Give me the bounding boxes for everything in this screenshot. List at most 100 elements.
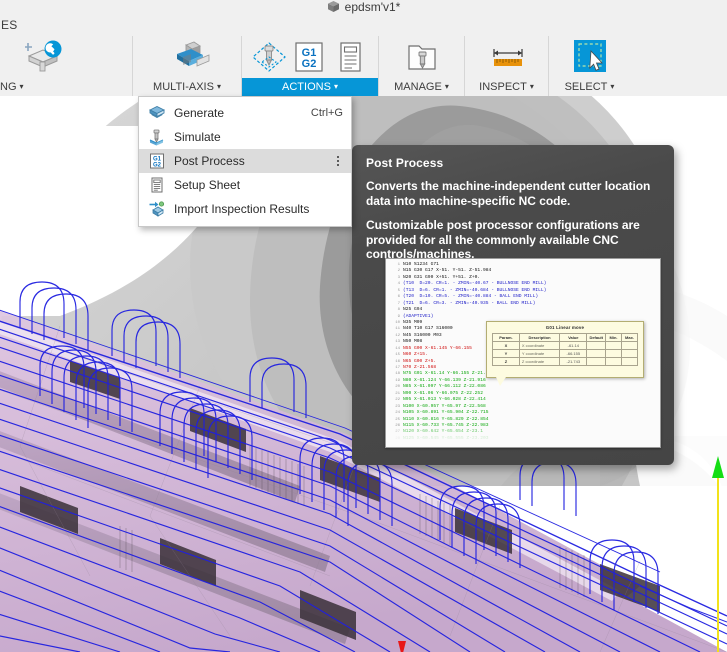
y-axis-line bbox=[717, 471, 719, 652]
menu-item-setup-sheet[interactable]: Setup Sheet bbox=[139, 173, 351, 197]
ribbon-group-multi-axis-label[interactable]: MULTI-AXIS ▾ bbox=[133, 78, 241, 96]
ribbon-group-actions-label[interactable]: ACTIONS ▾ bbox=[242, 78, 378, 96]
inner-tooltip-tail bbox=[496, 377, 506, 386]
gcode-line-text: N125 X-60.545 Y-65.555 Z-23.203 bbox=[403, 435, 489, 441]
ribbon-group-inspect-icons bbox=[479, 36, 535, 78]
chevron-down-icon: ▾ bbox=[444, 82, 449, 91]
chevron-down-icon: ▾ bbox=[610, 82, 615, 91]
cell-description: Z coordinate bbox=[518, 357, 561, 366]
table-row: ZZ coordinate -21.743 bbox=[492, 357, 638, 366]
ribbon-group-actions[interactable]: G1 G2 ACTIONS ▾ bbox=[241, 36, 378, 96]
ribbon-group-select-label[interactable]: SELECT ▾ bbox=[549, 78, 630, 96]
ribbon-group-inspect-label[interactable]: INSPECT ▾ bbox=[465, 78, 548, 96]
gcode-line-text: N15 G30 G17 X-51. Y-51. Z-51.984 bbox=[403, 268, 492, 274]
gcode-line-text: N105 X-60.891 Y-65.904 Z-22.715 bbox=[403, 410, 489, 416]
tab-utilities[interactable]: ILITIES bbox=[0, 18, 17, 32]
title-bar: epdsm'v1* bbox=[0, 0, 727, 16]
measure-ruler-icon[interactable] bbox=[489, 40, 525, 74]
ribbon-group-select-icons bbox=[560, 36, 620, 78]
gcode-line-text: N10 %1234 G71 bbox=[403, 262, 439, 267]
select-cursor-icon[interactable] bbox=[570, 38, 610, 76]
chevron-down-icon: ▾ bbox=[19, 82, 24, 91]
ribbon-group-manage-icons bbox=[394, 36, 450, 78]
cell-default bbox=[586, 341, 606, 350]
menu-item-generate[interactable]: Generate Ctrl+G bbox=[139, 101, 351, 125]
table-row: XX coordinate -61.14 bbox=[492, 341, 638, 350]
gcode-line-text: N80 X-61.124 Y-66.139 Z-21.916 bbox=[403, 377, 486, 383]
setup-sheet-icon bbox=[148, 176, 166, 194]
overflow-dots-icon[interactable] bbox=[333, 154, 343, 168]
ribbon-group-manage[interactable]: MANAGE ▾ bbox=[378, 36, 464, 96]
chevron-down-icon: ▾ bbox=[529, 82, 534, 91]
menu-item-import-inspection-results-label: Import Inspection Results bbox=[174, 202, 310, 216]
multi-axis-toolpath-icon[interactable] bbox=[169, 40, 210, 74]
ribbon-group-multi-axis[interactable]: MULTI-AXIS ▾ bbox=[132, 36, 241, 96]
gcode-line-text: N25 G94 bbox=[403, 307, 423, 313]
document-cube-icon bbox=[327, 0, 340, 13]
tooltip-body: Converts the machine-independent cutter … bbox=[366, 179, 660, 262]
cell-min bbox=[605, 341, 622, 350]
document-title: epdsm'v1* bbox=[344, 0, 401, 14]
cell-min bbox=[605, 357, 622, 366]
ribbon-group-manage-label[interactable]: MANAGE ▾ bbox=[379, 78, 464, 96]
ribbon-group-ng-icons bbox=[25, 36, 76, 78]
cell-default bbox=[586, 357, 606, 366]
ribbon-group-ng-label[interactable]: NG ▾ bbox=[0, 78, 132, 96]
cell-max bbox=[621, 349, 638, 358]
col-description: Description bbox=[518, 333, 561, 342]
cell-max bbox=[621, 357, 638, 366]
gcode-parameter-table-head: Param. Description Value Default Min. Ma… bbox=[492, 333, 638, 342]
cell-description: Y coordinate bbox=[518, 349, 561, 358]
menu-item-post-process[interactable]: G1 G2 Post Process bbox=[139, 149, 351, 173]
col-value: Value bbox=[559, 333, 588, 342]
cell-default bbox=[586, 349, 606, 358]
actions-dropdown-menu[interactable]: Generate Ctrl+G Simulate G1 G2 Post Proc… bbox=[138, 96, 352, 227]
menu-item-simulate[interactable]: Simulate bbox=[139, 125, 351, 149]
gcode-line-text: (T20 D=10. CR=5. - ZMIN=-40.884 - BALL E… bbox=[403, 294, 539, 300]
tooltip-paragraph-1: Converts the machine-independent cutter … bbox=[366, 179, 651, 208]
generate-icon bbox=[148, 104, 166, 122]
gcode-line-text: N100 X-60.957 Y-65.97 Z-22.568 bbox=[403, 403, 486, 409]
y-axis-arrow-icon bbox=[712, 456, 724, 478]
menu-item-import-inspection-results[interactable]: Import Inspection Results bbox=[139, 197, 351, 221]
gcode-line-text: N85 X-61.097 Y-66.112 Z-22.086 bbox=[403, 384, 486, 390]
import-inspection-icon bbox=[148, 200, 166, 218]
simulate-icon bbox=[148, 128, 166, 146]
tool-library-folder-icon[interactable] bbox=[404, 40, 440, 74]
g1g2-icon: G1 G2 bbox=[148, 152, 166, 170]
gcode-parameter-table: Param. Description Value Default Min. Ma… bbox=[492, 333, 638, 366]
gcode-line-text: N70 Z-21.568 bbox=[403, 365, 437, 370]
col-param: Param. bbox=[492, 333, 520, 342]
menu-item-post-process-label: Post Process bbox=[174, 154, 245, 168]
tooltip-paragraph-2: Customizable post processor configuratio… bbox=[366, 218, 640, 261]
gcode-line-text: (T21 D=6. CR=3. - ZMIN=-40.935 - BALL EN… bbox=[403, 300, 536, 306]
gcode-line-text: N115 X-60.733 Y-65.745 Z-22.983 bbox=[403, 422, 489, 428]
tooltip-title: Post Process bbox=[366, 156, 444, 170]
gcode-line: 28 N125 X-60.545 Y-65.555 Z-23.203 bbox=[386, 436, 660, 442]
gcode-line: 27 N120 X-60.642 Y-65.654 Z-23.1 bbox=[386, 429, 660, 435]
ribbon-group-inspect[interactable]: INSPECT ▾ bbox=[464, 36, 548, 96]
ribbon-toolbar: ILITIES bbox=[0, 16, 727, 96]
ribbon-group-select[interactable]: SELECT ▾ bbox=[548, 36, 630, 96]
table-header-row: Param. Description Value Default Min. Ma… bbox=[492, 333, 638, 342]
probe-wrench-icon[interactable] bbox=[25, 40, 62, 74]
gcode-line-text: N45 S16000 M03 bbox=[403, 332, 442, 338]
cell-value: -61.14 bbox=[559, 341, 588, 350]
ribbon-group-ng[interactable]: NG ▾ bbox=[0, 36, 132, 96]
gcode-line-text: N95 X-61.013 Y-66.028 Z-22.414 bbox=[403, 397, 486, 403]
ribbon-group-actions-icons: G1 G2 bbox=[240, 36, 380, 78]
gcode-line-text: (T13 D=6. CR=1. - ZMIN=-40.684 - BULLNOS… bbox=[403, 287, 547, 293]
post-process-tooltip: Post Process Converts the machine-indepe… bbox=[352, 145, 674, 465]
menu-item-generate-shortcut: Ctrl+G bbox=[310, 107, 343, 119]
cell-max bbox=[621, 341, 638, 350]
post-process-g1g2-icon[interactable]: G1 G2 bbox=[292, 40, 328, 74]
generate-toolpath-icon[interactable] bbox=[250, 40, 286, 74]
gcode-line-text: N35 M09 bbox=[403, 319, 423, 325]
gcode-line-text: N60 Z+15. bbox=[403, 352, 428, 358]
col-default: Default bbox=[586, 333, 606, 342]
gcode-line-text: N40 T10 G17 S16000 bbox=[403, 326, 453, 332]
col-min: Min. bbox=[605, 333, 622, 342]
setup-sheet-icon[interactable] bbox=[334, 40, 370, 74]
chevron-down-icon: ▾ bbox=[216, 82, 221, 91]
cell-param: Z bbox=[492, 357, 520, 366]
